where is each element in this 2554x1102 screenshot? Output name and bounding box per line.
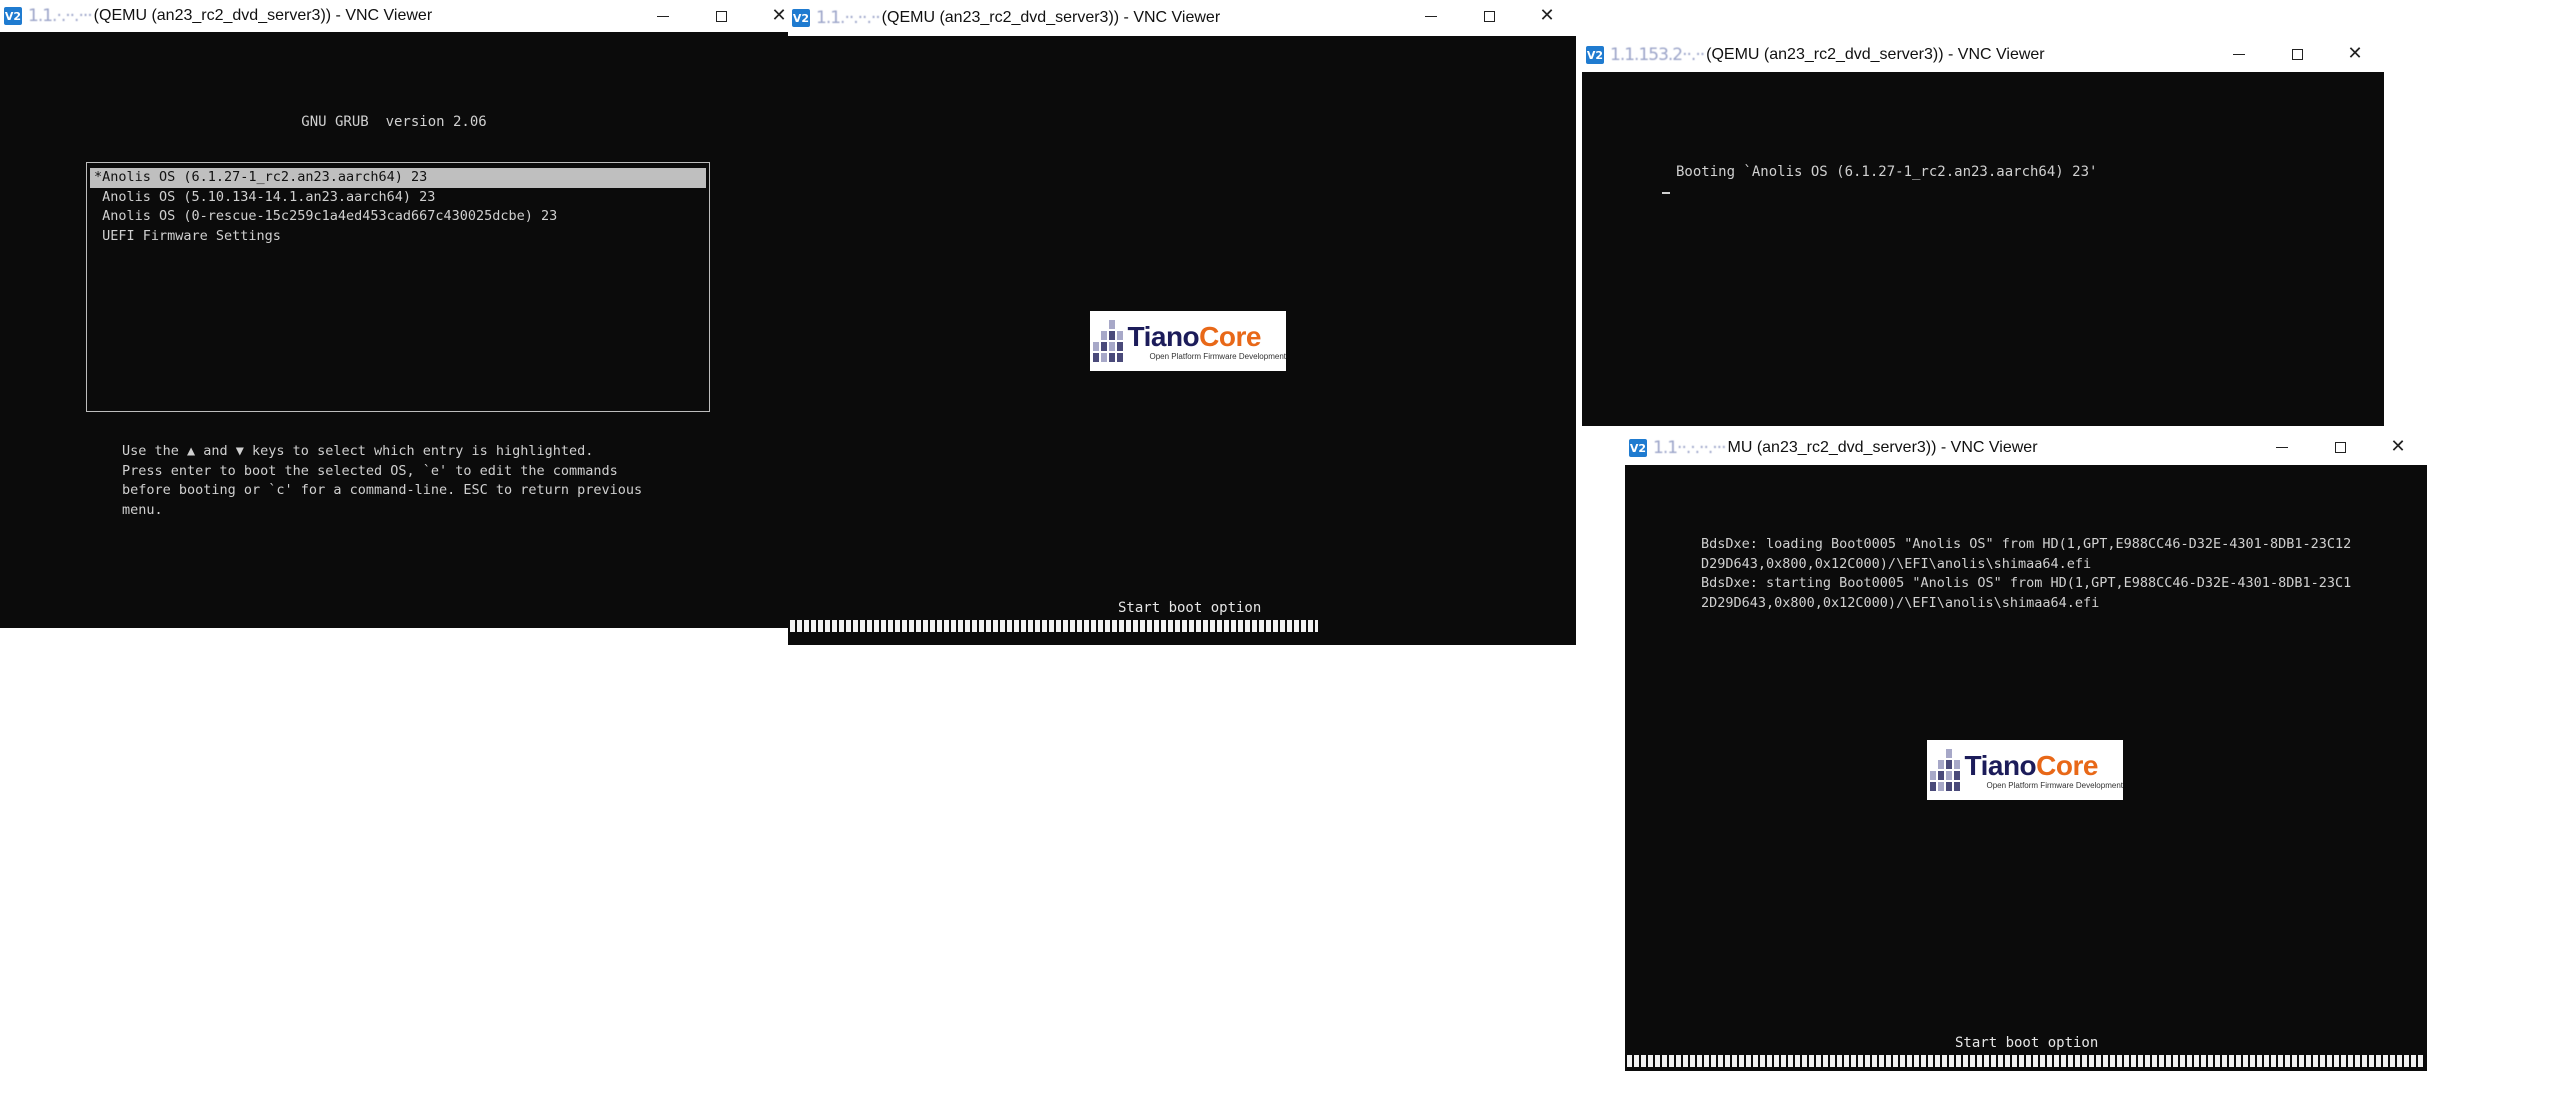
minimize-button[interactable] xyxy=(2210,38,2268,70)
help-line: Press enter to boot the selected OS, `e'… xyxy=(122,462,618,479)
vnc-window-grub: V2 1.1.·.··.··· (QEMU (an23_rc2_dvd_serv… xyxy=(0,0,788,628)
vnc-screen[interactable]: BdsDxe: loading Boot0005 "Anolis OS" fro… xyxy=(1625,465,2427,1071)
boot-progress-bar xyxy=(790,620,1318,632)
vnc-window-tianocore: V2 1.1.··.··.·· (QEMU (an23_rc2_dvd_serv… xyxy=(788,0,1576,645)
maximize-button[interactable] xyxy=(2311,431,2369,463)
tianocore-logo: TianoCore Open Platform Firmware Develop… xyxy=(1090,311,1286,371)
log-line: D29D643,0x800,0x12C000)/\EFI\anolis\shim… xyxy=(1701,555,2092,572)
window-host-address: 1.1.··.··.·· xyxy=(816,8,881,28)
grub-boot-menu: *Anolis OS (6.1.27-1_rc2.an23.aarch64) 2… xyxy=(86,162,710,412)
minimize-button[interactable] xyxy=(634,0,692,32)
booting-message: Booting `Anolis OS (6.1.27-1_rc2.an23.aa… xyxy=(1676,164,2098,180)
title-bar[interactable]: V2 1.1.··.··.·· (QEMU (an23_rc2_dvd_serv… xyxy=(788,0,1576,36)
bdsdxe-log: BdsDxe: loading Boot0005 "Anolis OS" fro… xyxy=(1701,535,2351,613)
boot-progress-bar xyxy=(1627,1055,2423,1067)
logo-subtitle: Open Platform Firmware Development xyxy=(1149,351,1287,361)
vnc-window-bdsdxe: V2 1.1··.·.··.··· MU (an23_rc2_dvd_serve… xyxy=(1625,431,2427,1071)
minimize-button[interactable] xyxy=(2253,431,2311,463)
maximize-button[interactable] xyxy=(692,0,750,32)
logo-name-a: Tiano xyxy=(1964,749,2037,781)
window-title: (QEMU (an23_rc2_dvd_server3)) - VNC View… xyxy=(1706,46,2045,63)
logo-name-b: Core xyxy=(2036,749,2098,781)
title-bar[interactable]: V2 1.1.153.2··.·· (QEMU (an23_rc2_dvd_se… xyxy=(1582,38,2384,72)
boot-status-label: Start boot option xyxy=(1118,600,1262,616)
log-line: BdsDxe: starting Boot0005 "Anolis OS" fr… xyxy=(1701,575,2352,591)
vnc-screen[interactable]: Booting `Anolis OS (6.1.27-1_rc2.an23.aa… xyxy=(1582,72,2384,426)
logo-subtitle: Open Platform Firmware Development xyxy=(1986,780,2124,790)
vnc-viewer-icon: V2 xyxy=(792,9,810,27)
grub-help-text: Use the ▲ and ▼ keys to select which ent… xyxy=(122,442,642,520)
vnc-window-booting: V2 1.1.153.2··.·· (QEMU (an23_rc2_dvd_se… xyxy=(1582,38,2384,426)
log-line: BdsDxe: loading Boot0005 "Anolis OS" fro… xyxy=(1701,536,2352,552)
logo-name-b: Core xyxy=(1199,320,1261,352)
grub-entry[interactable]: Anolis OS (0-rescue-15c259c1a4ed453cad66… xyxy=(90,207,706,227)
maximize-button[interactable] xyxy=(2268,38,2326,70)
window-title: MU (an23_rc2_dvd_server3)) - VNC Viewer xyxy=(1727,439,2038,456)
minimize-button[interactable] xyxy=(1402,0,1460,32)
window-host-address: 1.1.153.2··.·· xyxy=(1610,45,1705,65)
title-bar[interactable]: V2 1.1.·.··.··· (QEMU (an23_rc2_dvd_serv… xyxy=(0,0,788,32)
grub-entry[interactable]: UEFI Firmware Settings xyxy=(90,227,706,247)
vnc-viewer-icon: V2 xyxy=(1586,46,1604,64)
grub-entry[interactable]: Anolis OS (5.10.134-14.1.an23.aarch64) 2… xyxy=(90,188,706,208)
boot-status-label: Start boot option xyxy=(1955,1035,2099,1051)
tianocore-mark-icon xyxy=(1930,749,1960,791)
help-line: before booting or `c' for a command-line… xyxy=(122,482,643,498)
vnc-screen[interactable]: GNU GRUB version 2.06 *Anolis OS (6.1.27… xyxy=(0,32,788,628)
help-line: Use the ▲ and ▼ keys to select which ent… xyxy=(122,443,594,459)
tianocore-mark-icon xyxy=(1093,320,1123,362)
title-bar[interactable]: V2 1.1··.·.··.··· MU (an23_rc2_dvd_serve… xyxy=(1625,431,2427,465)
logo-name-a: Tiano xyxy=(1127,320,1200,352)
close-button[interactable]: ✕ xyxy=(2369,431,2427,463)
maximize-button[interactable] xyxy=(1460,0,1518,32)
grub-heading: GNU GRUB version 2.06 xyxy=(301,114,487,130)
close-button[interactable]: ✕ xyxy=(1518,0,1576,32)
help-line: menu. xyxy=(122,501,163,518)
close-button[interactable]: ✕ xyxy=(2326,38,2384,70)
window-host-address: 1.1··.·.··.··· xyxy=(1653,438,1726,458)
window-title: (QEMU (an23_rc2_dvd_server3)) - VNC View… xyxy=(881,9,1221,26)
window-host-address: 1.1.·.··.··· xyxy=(28,6,93,26)
vnc-screen[interactable]: TianoCore Open Platform Firmware Develop… xyxy=(788,36,1576,645)
vnc-viewer-icon: V2 xyxy=(1629,439,1647,457)
vnc-viewer-icon: V2 xyxy=(4,7,22,25)
text-cursor xyxy=(1662,192,1670,194)
grub-entry[interactable]: *Anolis OS (6.1.27-1_rc2.an23.aarch64) 2… xyxy=(90,168,706,188)
log-line: 2D29D643,0x800,0x12C000)/\EFI\anolis\shi… xyxy=(1701,594,2100,611)
tianocore-logo: TianoCore Open Platform Firmware Develop… xyxy=(1927,740,2123,800)
window-title: (QEMU (an23_rc2_dvd_server3)) - VNC View… xyxy=(93,7,433,24)
